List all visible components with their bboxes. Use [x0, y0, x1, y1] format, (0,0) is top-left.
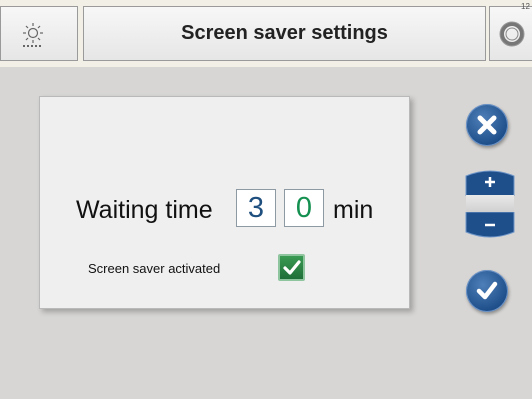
brightness-button[interactable] — [0, 6, 78, 61]
settings-button[interactable] — [489, 6, 532, 61]
header-bar: Screen saver settings 12 — [0, 0, 532, 67]
waiting-time-label: Waiting time — [76, 196, 213, 224]
settings-ring-icon — [499, 21, 525, 47]
page-title: Screen saver settings — [181, 22, 388, 44]
waiting-time-digit-2[interactable]: 0 — [284, 189, 324, 227]
confirm-button[interactable] — [466, 270, 508, 312]
corner-number: 12 — [521, 2, 530, 11]
title-bar: Screen saver settings — [83, 6, 486, 61]
decrement-button[interactable] — [461, 211, 519, 242]
settings-panel: Waiting time 3 0 min Screen saver activa… — [39, 96, 410, 309]
checkmark-icon — [282, 259, 301, 275]
value-stepper — [461, 166, 519, 242]
checkmark-icon — [476, 281, 498, 300]
waiting-time-digit-1[interactable]: 3 — [236, 189, 276, 227]
close-icon — [477, 115, 497, 135]
screen-saver-activated-checkbox[interactable] — [278, 254, 305, 281]
increment-button[interactable] — [461, 166, 519, 197]
brightness-icon — [23, 23, 43, 47]
screen-saver-activated-label: Screen saver activated — [88, 261, 221, 276]
unit-label: min — [333, 196, 374, 224]
stepper-divider — [466, 195, 514, 213]
cancel-button[interactable] — [466, 104, 508, 146]
